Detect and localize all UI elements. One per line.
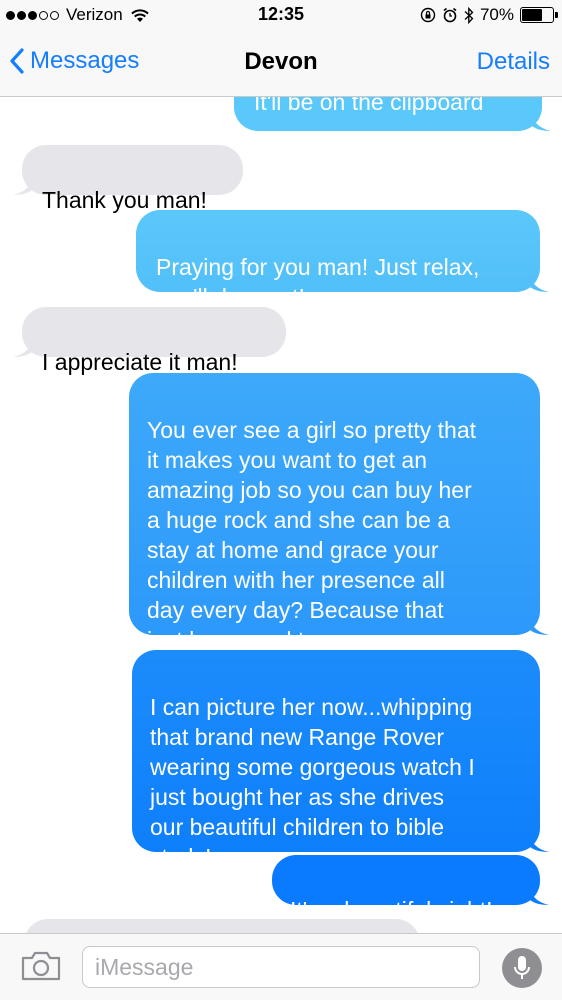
status-bar: Verizon 12:35 70% — [0, 0, 562, 30]
message-text: It'll be on the clipboard — [254, 97, 484, 115]
message-text: You ever see a girl so pretty that it ma… — [147, 417, 477, 653]
battery-level — [522, 9, 542, 21]
microphone-icon — [514, 956, 530, 979]
message-bubble-incoming[interactable] — [24, 919, 420, 933]
message-bubble-outgoing[interactable]: I can picture her now...whipping that br… — [132, 650, 549, 870]
message-bubble-outgoing[interactable]: You ever see a girl so pretty that it ma… — [129, 373, 549, 653]
message-input[interactable] — [82, 946, 480, 988]
bluetooth-icon — [464, 6, 474, 24]
microphone-button[interactable] — [502, 948, 542, 988]
back-button[interactable]: Messages — [10, 47, 139, 75]
camera-icon — [21, 951, 61, 981]
battery-percent: 70% — [479, 5, 514, 24]
camera-button[interactable] — [20, 950, 62, 987]
compose-bar — [0, 933, 562, 1000]
message-bubble-outgoing[interactable]: It's a beautiful sight! — [272, 855, 549, 923]
message-bubble-outgoing[interactable]: It'll be on the clipboard — [234, 97, 551, 131]
message-bubble-incoming[interactable]: Thank you man! — [13, 145, 243, 213]
message-text: Praying for you man! Just relax, you'll … — [156, 254, 480, 310]
chevron-left-icon — [10, 48, 24, 74]
message-bubble-incoming[interactable]: I appreciate it man! — [13, 307, 286, 375]
orientation-lock-icon — [420, 7, 436, 23]
message-text: I appreciate it man! — [42, 349, 238, 375]
details-button[interactable]: Details — [477, 48, 550, 76]
back-label: Messages — [30, 47, 140, 74]
alarm-icon — [443, 7, 457, 23]
battery-icon — [520, 7, 558, 23]
navigation-bar: Messages Devon Details — [0, 30, 562, 97]
message-text: I can picture her now...whipping that br… — [150, 694, 475, 870]
message-thread[interactable]: It'll be on the clipboard Thank you man!… — [0, 97, 562, 933]
status-bar-right: 70% — [420, 5, 558, 25]
message-bubble-outgoing[interactable]: Praying for you man! Just relax, you'll … — [136, 210, 549, 310]
